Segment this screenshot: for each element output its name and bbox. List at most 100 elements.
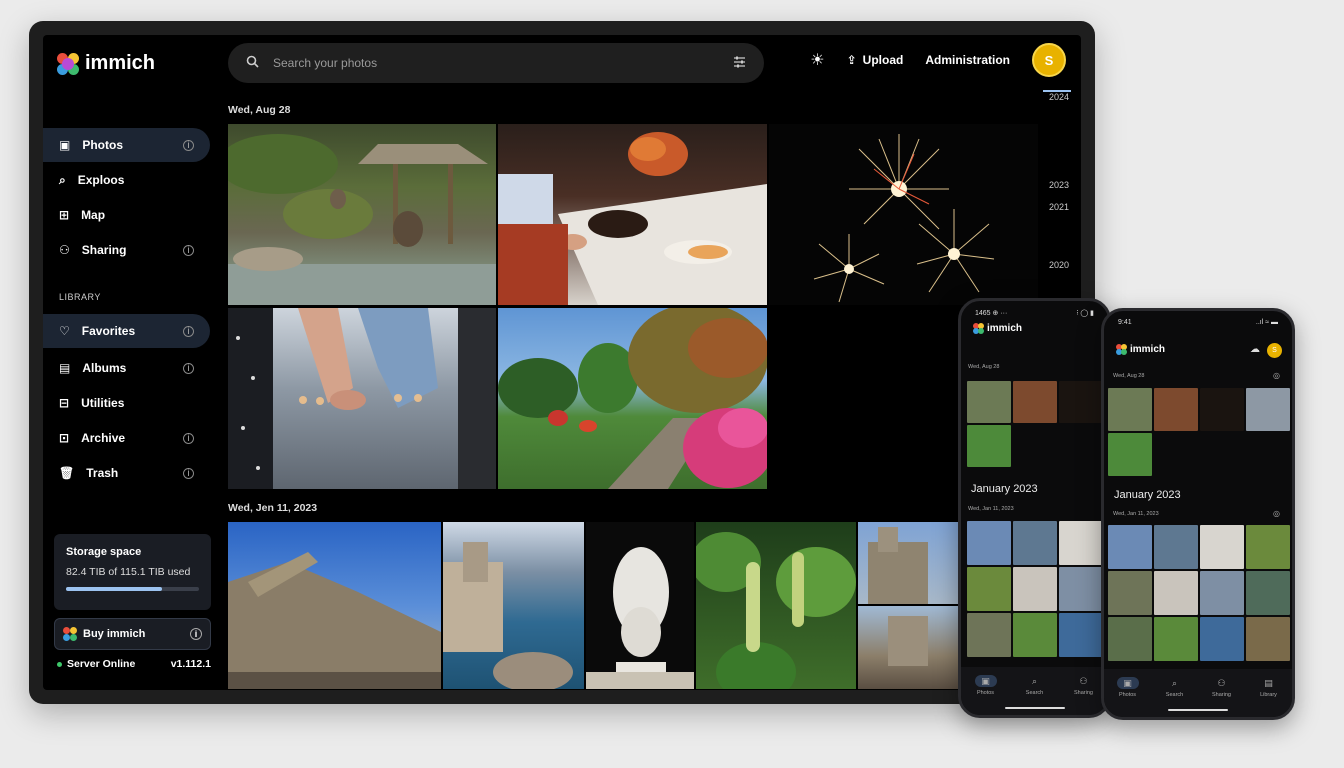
albums-icon: ▤	[59, 361, 71, 375]
theme-toggle-icon[interactable]: ☀	[810, 50, 824, 70]
administration-link[interactable]: Administration	[925, 53, 1010, 67]
photo-thumbnail[interactable]	[228, 124, 496, 305]
photos-icon: ▣	[1116, 677, 1139, 689]
filter-options-icon[interactable]	[733, 55, 746, 71]
info-icon[interactable]: i	[183, 432, 194, 444]
phone-tab-photos[interactable]: ▣ Photos	[974, 675, 997, 715]
phone-tab-label: Search	[1025, 690, 1044, 696]
sidebar-item-albums[interactable]: ▤ Albums i	[43, 351, 210, 385]
phone-thumb[interactable]	[1059, 567, 1103, 611]
sidebar-item-favorites[interactable]: ♡ Favorites i	[43, 314, 210, 348]
phone-month-heading: January 2023	[1114, 489, 1181, 501]
phone-thumb[interactable]	[1059, 381, 1103, 423]
info-icon[interactable]: i	[183, 325, 194, 337]
photo-thumbnail[interactable]	[228, 308, 496, 489]
phone-thumb[interactable]	[967, 613, 1011, 657]
phone-tab-search[interactable]: ⌕ Search	[1164, 677, 1186, 717]
status-icons: ⁝ ◯ ▮	[1076, 310, 1094, 317]
search-input[interactable]	[273, 56, 719, 70]
phone-thumb[interactable]	[1200, 388, 1244, 431]
server-status-text: Server Online	[67, 658, 136, 670]
phone-tab-sharing[interactable]: ⚇ Sharing	[1211, 677, 1233, 717]
info-icon[interactable]: i	[183, 467, 194, 479]
phone-app-logo[interactable]: immich	[1116, 344, 1165, 355]
phone-thumb[interactable]	[1246, 525, 1290, 569]
phone-thumb[interactable]	[1108, 388, 1152, 431]
buy-immich-button[interactable]: Buy immich i	[54, 618, 211, 650]
sidebar-item-trash[interactable]: 🗑 Trash i	[43, 456, 210, 490]
photo-thumbnail[interactable]	[858, 522, 958, 604]
phone-thumb[interactable]	[1108, 617, 1152, 661]
phone-tab-photos[interactable]: ▣ Photos	[1116, 677, 1139, 717]
phone-photo-grid	[1108, 525, 1290, 661]
phone-thumb[interactable]	[1200, 571, 1244, 615]
info-icon[interactable]: i	[183, 362, 194, 374]
phone-thumb[interactable]	[1154, 525, 1198, 569]
upload-button[interactable]: ⇪ Upload	[847, 53, 904, 67]
sidebar-item-archive[interactable]: ⊡ Archive i	[43, 421, 210, 455]
photos-icon: ▣	[974, 675, 997, 687]
info-icon[interactable]: i	[190, 628, 202, 640]
photo-thumbnail[interactable]	[498, 308, 767, 489]
photo-thumbnail[interactable]	[586, 522, 694, 689]
phone-thumb[interactable]	[1013, 567, 1057, 611]
phone-thumb[interactable]	[1013, 381, 1057, 423]
phone-thumb[interactable]	[1154, 388, 1198, 431]
phone-thumb[interactable]	[1246, 617, 1290, 661]
phone-thumb[interactable]	[1200, 617, 1244, 661]
phone-thumb[interactable]	[1200, 525, 1244, 569]
group-date-label: Wed, Aug 28	[228, 104, 291, 116]
upload-icon: ⇪	[846, 53, 857, 67]
phone-tab-library[interactable]: ▤ Library	[1258, 677, 1280, 717]
phone-thumb[interactable]	[1246, 571, 1290, 615]
phone-date-label: Wed, Aug 28	[968, 364, 1000, 370]
user-avatar[interactable]: S	[1032, 43, 1066, 77]
phone-thumb[interactable]	[1013, 613, 1057, 657]
phone-thumb[interactable]	[1108, 525, 1152, 569]
sidebar-item-map[interactable]: ⊞ Map	[43, 198, 210, 232]
timeline-year: 2023	[1048, 180, 1069, 190]
info-icon[interactable]: i	[183, 244, 194, 256]
server-version: v1.112.1	[170, 658, 211, 670]
sidebar-item-sharing[interactable]: ⚇ Sharing i	[43, 233, 210, 267]
status-time: 9:41	[1118, 319, 1132, 326]
phone-thumb[interactable]	[967, 425, 1011, 467]
phone-thumb[interactable]	[1059, 613, 1103, 657]
phone-avatar[interactable]: S	[1267, 343, 1282, 358]
cloud-backup-icon[interactable]: ☁	[1250, 344, 1260, 355]
app-logo[interactable]: immich	[57, 52, 155, 75]
photo-thumbnail[interactable]	[443, 522, 584, 689]
photo-thumbnail[interactable]	[858, 606, 958, 689]
sidebar-item-label: Map	[81, 208, 106, 222]
phone-thumb[interactable]	[1108, 433, 1152, 476]
phone-app-logo[interactable]: immich	[973, 323, 1022, 334]
photo-thumbnail[interactable]	[696, 522, 856, 689]
info-icon[interactable]: i	[183, 139, 194, 151]
phone-thumb[interactable]	[1154, 571, 1198, 615]
sidebar-item-label: Archive	[81, 431, 126, 445]
phone-thumb[interactable]	[967, 381, 1011, 423]
phone-thumb[interactable]	[1108, 571, 1152, 615]
phone-tab-sharing[interactable]: ⚇ Sharing	[1073, 675, 1095, 715]
sidebar-item-utilities[interactable]: ⊟ Utilities	[43, 386, 210, 420]
phone-thumb[interactable]	[967, 567, 1011, 611]
explore-search-icon: ⌕	[59, 172, 66, 187]
sidebar-item-explore[interactable]: ⌕ Exploos	[43, 163, 210, 197]
phone-tab-search[interactable]: ⌕ Search	[1024, 675, 1046, 715]
phone-thumb[interactable]	[1013, 521, 1057, 565]
search-bar[interactable]	[228, 43, 764, 83]
photo-thumbnail[interactable]	[228, 522, 441, 689]
map-icon: ⊞	[59, 208, 70, 222]
photo-thumbnail[interactable]	[498, 124, 767, 305]
sidebar-item-photos[interactable]: ▣ Photos i	[43, 128, 210, 162]
heart-icon: ♡	[59, 324, 70, 338]
phone-thumb[interactable]	[1059, 521, 1103, 565]
photo-thumbnail[interactable]	[769, 124, 1038, 305]
timeline-scrubber[interactable]: 2024 2023 2021 2020	[1031, 85, 1081, 325]
app-window: immich ☀ ⇪ Upload Administration S ▣ Pho…	[43, 35, 1081, 690]
phone-thumb[interactable]	[1154, 617, 1198, 661]
select-check-icon[interactable]: ◎	[1273, 371, 1280, 380]
phone-thumb[interactable]	[1246, 388, 1290, 431]
phone-thumb[interactable]	[967, 521, 1011, 565]
select-check-icon[interactable]: ◎	[1273, 509, 1280, 518]
